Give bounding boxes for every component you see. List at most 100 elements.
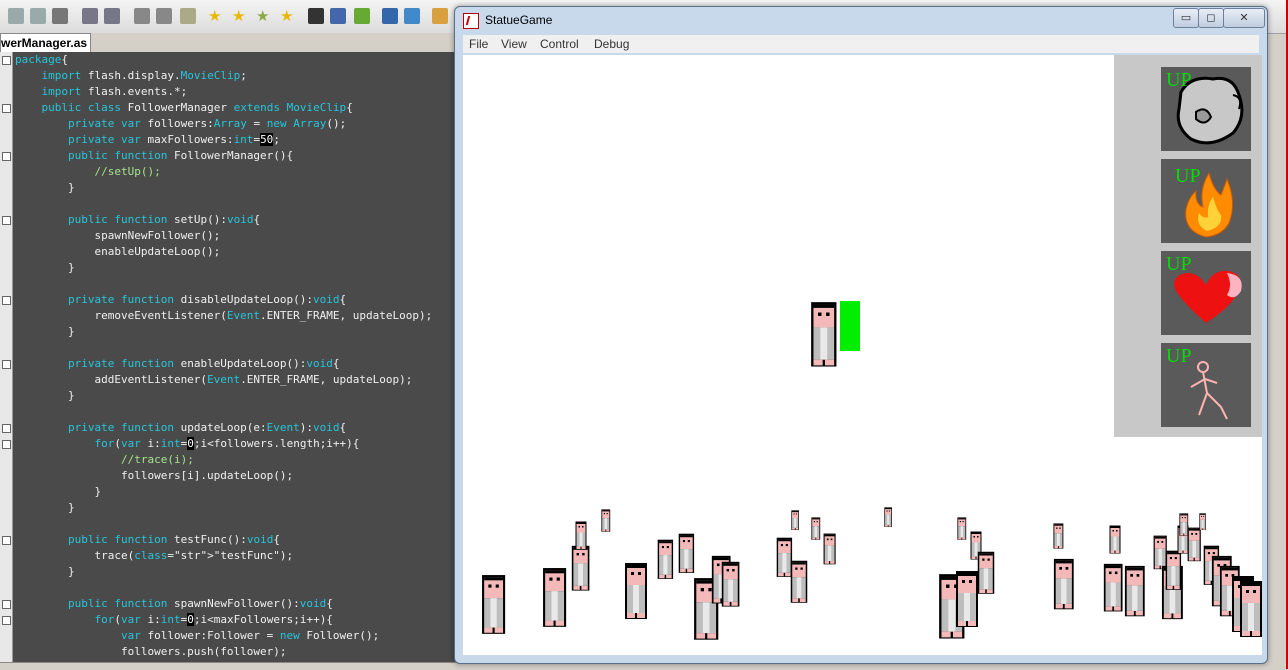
follower-statue xyxy=(823,533,836,569)
upgrade-rock-label: UP xyxy=(1166,69,1192,91)
save-icon[interactable] xyxy=(8,8,24,24)
follower-statue xyxy=(790,560,808,608)
copy-icon[interactable] xyxy=(156,8,172,24)
follower-statue xyxy=(624,562,648,624)
follower-statue xyxy=(955,570,979,632)
code-line: } xyxy=(15,261,75,274)
menu-control[interactable]: Control xyxy=(540,37,579,51)
menu-file[interactable]: File xyxy=(469,37,488,51)
code-line: private var maxFollowers:int=50; xyxy=(67,133,280,146)
fold-toggle-icon[interactable] xyxy=(2,104,11,113)
minimize-button[interactable]: ▭ xyxy=(1173,8,1199,28)
follower-statue xyxy=(1199,513,1206,534)
follower-statue xyxy=(1109,525,1121,558)
save-all-icon[interactable] xyxy=(30,8,46,24)
print-icon[interactable] xyxy=(52,8,68,24)
menu-debug[interactable]: Debug xyxy=(594,37,629,51)
fold-toggle-icon[interactable] xyxy=(2,152,11,161)
game-stage[interactable]: UP UP UP UP xyxy=(463,55,1262,655)
code-line: //setUp(); xyxy=(94,165,161,178)
fold-toggle-icon[interactable] xyxy=(2,216,11,225)
health-bar xyxy=(840,301,860,351)
code-line: private function enableUpdateLoop():void… xyxy=(67,357,340,370)
code-line: //trace(i); xyxy=(120,453,194,466)
fold-toggle-icon[interactable] xyxy=(2,440,11,449)
run-icon[interactable] xyxy=(354,8,370,24)
code-line: } xyxy=(15,389,75,402)
gutter xyxy=(0,52,13,662)
code-line: followers[i].updateLoop(); xyxy=(15,469,294,482)
follower-statue xyxy=(884,507,893,531)
upgrade-fire-button[interactable]: UP xyxy=(1161,159,1251,243)
follower-statue xyxy=(601,509,611,536)
window-title: StatueGame xyxy=(485,13,553,27)
file-tab-label: werManager.as xyxy=(1,36,88,50)
fold-toggle-icon[interactable] xyxy=(2,536,11,545)
code-line: removeEventListener(Event.ENTER_FRAME, u… xyxy=(15,309,433,322)
fold-toggle-icon[interactable] xyxy=(2,296,11,305)
upgrade-stick-label: UP xyxy=(1166,345,1192,367)
fold-toggle-icon[interactable] xyxy=(2,56,11,65)
upgrade-panel: UP UP UP UP xyxy=(1114,55,1262,437)
fold-toggle-icon[interactable] xyxy=(2,600,11,609)
clock-icon[interactable] xyxy=(404,8,420,24)
follower-statue xyxy=(957,517,967,544)
check-icon[interactable] xyxy=(382,8,398,24)
flash-player-icon xyxy=(463,13,479,29)
undo-icon[interactable] xyxy=(82,8,98,24)
follower-statue xyxy=(1053,523,1064,553)
title-bar: StatueGame ▭ ◻ ✕ xyxy=(455,7,1267,33)
cut-icon[interactable] xyxy=(134,8,150,24)
code-line: package{ xyxy=(15,53,68,66)
follower-statue xyxy=(721,561,740,611)
menu-view[interactable]: View xyxy=(501,37,527,51)
fold-toggle-icon[interactable] xyxy=(2,424,11,433)
paste-icon[interactable] xyxy=(180,8,196,24)
maximize-button[interactable]: ◻ xyxy=(1198,8,1224,28)
fold-toggle-icon[interactable] xyxy=(2,616,11,625)
code-line: public class FollowerManager extends Mov… xyxy=(41,101,353,114)
follower-statue xyxy=(1124,565,1146,621)
panel-icon[interactable] xyxy=(330,8,346,24)
code-line: var follower:Follower = new Follower(); xyxy=(120,629,380,642)
upgrade-heart-label: UP xyxy=(1166,253,1192,275)
code-line: enableUpdateLoop(); xyxy=(15,245,221,258)
star-prev-icon[interactable]: ★ xyxy=(280,8,296,24)
follower-statue xyxy=(791,510,800,534)
package-icon[interactable] xyxy=(432,8,448,24)
code-line: for(var i:int=0;i<maxFollowers;i++){ xyxy=(94,613,333,626)
follower-statue xyxy=(1103,563,1123,616)
code-line: } xyxy=(15,501,75,514)
redo-icon[interactable] xyxy=(104,8,120,24)
code-line: public function FollowerManager(){ xyxy=(67,149,294,162)
code-line: private var followers:Array = new Array(… xyxy=(67,117,347,130)
menu-bar: File View Control Debug xyxy=(463,35,1259,53)
code-line: followers.push(follower); xyxy=(15,645,287,658)
code-line: private function updateLoop(e:Event):voi… xyxy=(67,421,347,434)
code-line: } xyxy=(15,181,75,194)
star-add-icon[interactable]: ★ xyxy=(232,8,248,24)
code-line: private function disableUpdateLoop():voi… xyxy=(67,293,347,306)
follower-statue xyxy=(542,567,567,632)
code-line: public function setUp():void{ xyxy=(67,213,261,226)
file-tab[interactable]: werManager.as xyxy=(0,33,91,52)
terminal-icon[interactable] xyxy=(308,8,324,24)
statuegame-window: StatueGame ▭ ◻ ✕ File View Control Debug… xyxy=(454,6,1268,664)
code-line: import flash.display.MovieClip; xyxy=(41,69,247,82)
code-line: import flash.events.*; xyxy=(41,85,188,98)
code-line: trace(class="str">"testFunc"); xyxy=(15,549,294,562)
fold-toggle-icon[interactable] xyxy=(2,360,11,369)
star-icon[interactable]: ★ xyxy=(208,8,224,24)
code-line: } xyxy=(15,565,75,578)
upgrade-stick-button[interactable]: UP xyxy=(1161,343,1251,427)
upgrade-rock-button[interactable]: UP xyxy=(1161,67,1251,151)
follower-statue xyxy=(977,551,995,599)
upgrade-heart-button[interactable]: UP xyxy=(1161,251,1251,335)
code-line: } xyxy=(15,485,102,498)
player-statue[interactable] xyxy=(810,301,838,372)
code-line: } xyxy=(15,325,75,338)
code-editor[interactable]: package{ import flash.display.MovieClip;… xyxy=(0,52,455,662)
star-next-icon[interactable]: ★ xyxy=(256,8,272,24)
upgrade-fire-label: UP xyxy=(1175,165,1201,187)
close-button[interactable]: ✕ xyxy=(1223,8,1265,28)
